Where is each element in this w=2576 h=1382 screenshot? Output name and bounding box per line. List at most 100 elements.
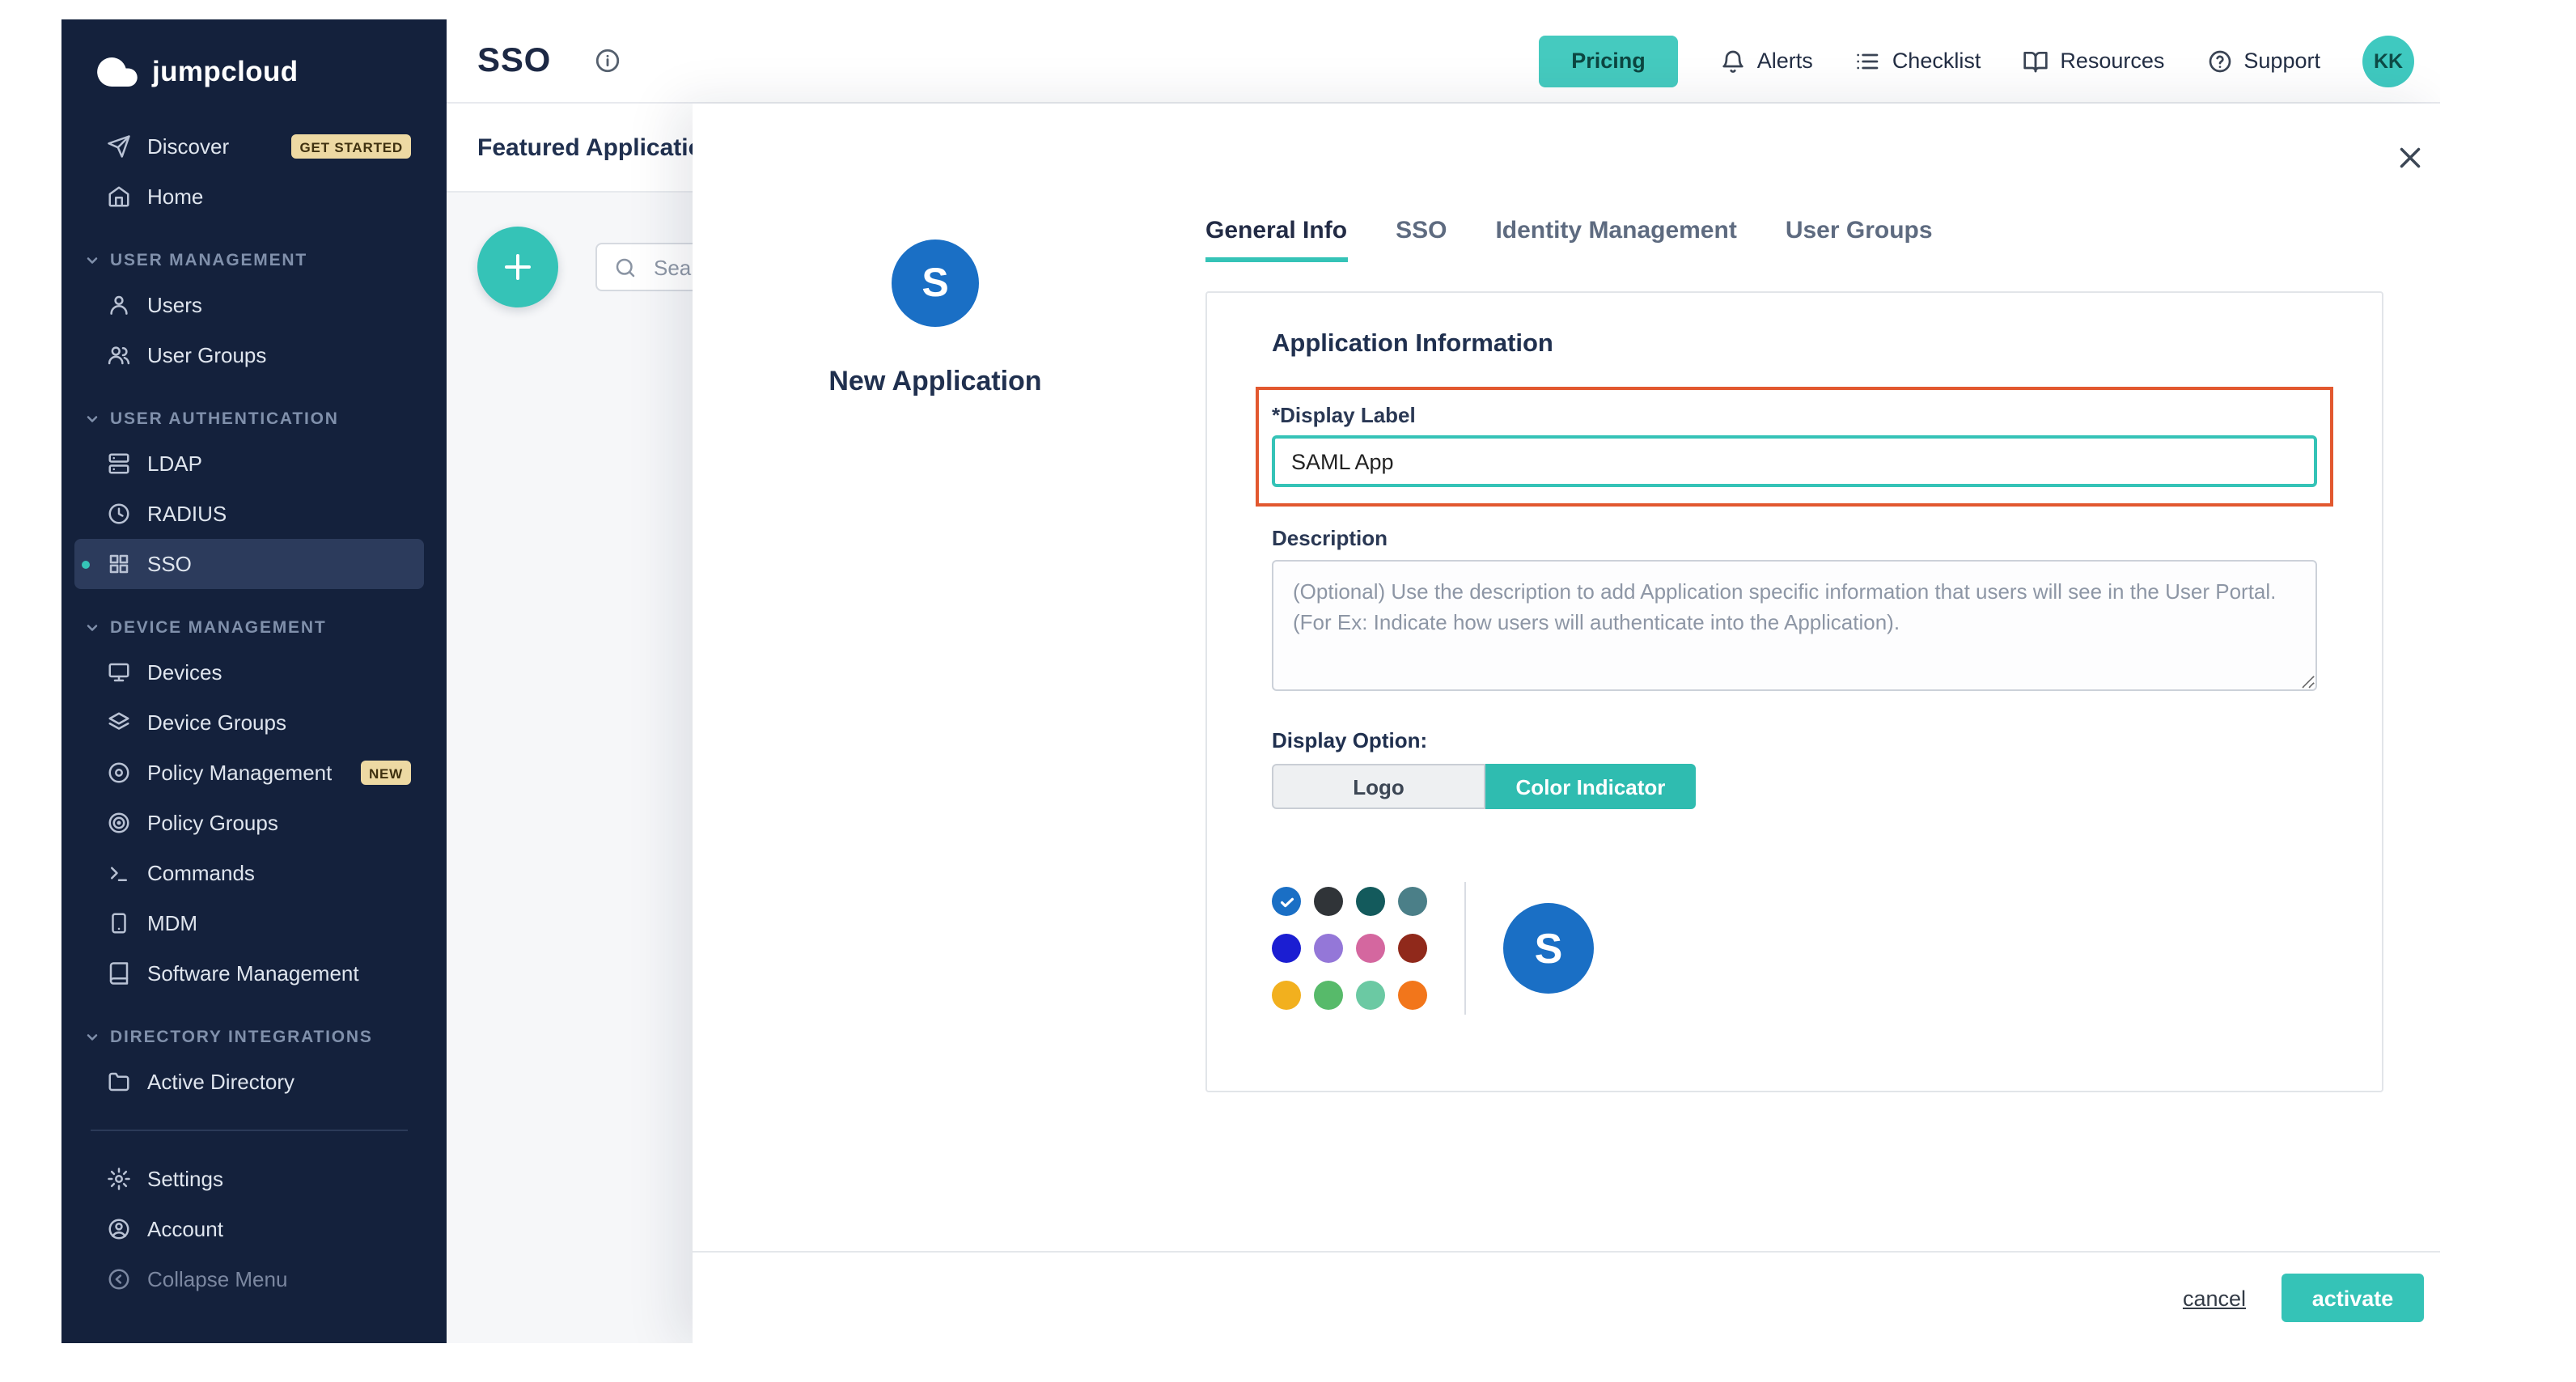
swatch-dark-teal[interactable] bbox=[1356, 887, 1385, 916]
sidebar-item-software-management[interactable]: Software Management bbox=[74, 948, 424, 998]
section-label: DEVICE MANAGEMENT bbox=[110, 618, 326, 638]
sidebar-item-label: Policy Groups bbox=[147, 811, 278, 835]
topnav-label: Checklist bbox=[1892, 49, 1981, 73]
application-information-card: Application Information *Display Label D… bbox=[1205, 291, 2383, 1092]
server-icon bbox=[107, 451, 131, 476]
logo-cloud bbox=[95, 50, 139, 94]
swatch-blue[interactable] bbox=[1272, 887, 1301, 916]
logo[interactable]: jumpcloud bbox=[61, 19, 447, 115]
sidebar-item-users[interactable]: Users bbox=[74, 280, 424, 330]
topnav-support[interactable]: Support bbox=[2206, 48, 2320, 74]
color-preview: S bbox=[1503, 903, 1594, 994]
sidebar-item-mdm[interactable]: MDM bbox=[74, 898, 424, 948]
sidebar-item-label: SSO bbox=[147, 552, 192, 576]
sidebar-item-account[interactable]: Account bbox=[74, 1204, 424, 1254]
sidebar-item-label: Account bbox=[147, 1217, 223, 1241]
display-option-color-indicator[interactable]: Color Indicator bbox=[1485, 764, 1696, 809]
swatch-purple[interactable] bbox=[1314, 934, 1343, 963]
info-icon bbox=[593, 47, 621, 74]
display-label-label: *Display Label bbox=[1272, 403, 2317, 427]
chevron-down-icon bbox=[84, 252, 100, 269]
sidebar-item-policy-management[interactable]: Policy ManagementNEW bbox=[74, 748, 424, 798]
checklist-icon bbox=[1855, 48, 1881, 74]
sidebar-item-device-groups[interactable]: Device Groups bbox=[74, 697, 424, 748]
display-option-logo[interactable]: Logo bbox=[1272, 764, 1485, 809]
sidebar-section-user-authentication[interactable]: USER AUTHENTICATION bbox=[74, 409, 424, 429]
topnav-checklist[interactable]: Checklist bbox=[1855, 48, 1981, 74]
swatch-charcoal[interactable] bbox=[1314, 887, 1343, 916]
sidebar-item-discover[interactable]: DiscoverGET STARTED bbox=[74, 121, 424, 172]
sidebar-item-label: Settings bbox=[147, 1167, 223, 1191]
topnav-label: Alerts bbox=[1757, 49, 1813, 73]
display-label-input[interactable] bbox=[1272, 435, 2317, 487]
sidebar-item-commands[interactable]: Commands bbox=[74, 848, 424, 898]
display-option-toggle: LogoColor Indicator bbox=[1272, 764, 2317, 809]
sidebar-section-directory-integrations[interactable]: DIRECTORY INTEGRATIONS bbox=[74, 1028, 424, 1047]
book-icon bbox=[107, 961, 131, 986]
swatch-green[interactable] bbox=[1314, 981, 1343, 1010]
topbar: SSO Pricing Alerts Checklist Resources Supp… bbox=[447, 19, 2440, 104]
sidebar-item-label: MDM bbox=[147, 911, 197, 935]
sidebar-item-policy-groups[interactable]: Policy Groups bbox=[74, 798, 424, 848]
check-icon bbox=[1277, 892, 1295, 910]
swatch-slate-teal[interactable] bbox=[1398, 887, 1427, 916]
sidebar-item-devices[interactable]: Devices bbox=[74, 647, 424, 697]
tabs: General Info SSO Identity Management User G… bbox=[1205, 217, 2383, 262]
sidebar-item-active-directory[interactable]: Active Directory bbox=[74, 1057, 424, 1107]
send-icon bbox=[107, 134, 131, 159]
sidebar-section-user-management[interactable]: USER MANAGEMENT bbox=[74, 251, 424, 270]
activate-button[interactable]: activate bbox=[2282, 1274, 2424, 1322]
sidebar-item-label: Devices bbox=[147, 660, 222, 685]
topnav-items: Alerts Checklist Resources Support bbox=[1720, 48, 2320, 74]
annotation-highlight: *Display Label bbox=[1256, 387, 2333, 507]
color-picker-row: S bbox=[1272, 882, 2317, 1015]
swatch-orange[interactable] bbox=[1398, 981, 1427, 1010]
swatch-maroon[interactable] bbox=[1398, 934, 1427, 963]
user-icon bbox=[107, 293, 131, 317]
panel-content: General Info SSO Identity Management User G… bbox=[1205, 104, 2383, 1092]
chevron-down-icon bbox=[84, 411, 100, 427]
topnav: Pricing AlertsChecklistResourcesSupport … bbox=[1539, 35, 2414, 87]
section-label: USER MANAGEMENT bbox=[110, 251, 307, 270]
info-button[interactable] bbox=[593, 47, 621, 74]
sidebar-item-radius[interactable]: RADIUS bbox=[74, 489, 424, 539]
card-heading: Application Information bbox=[1272, 330, 2317, 359]
sidebar-item-user-groups[interactable]: User Groups bbox=[74, 330, 424, 380]
topnav-alerts[interactable]: Alerts bbox=[1720, 48, 1813, 74]
pricing-button[interactable]: Pricing bbox=[1539, 35, 1678, 87]
close-button[interactable] bbox=[2382, 129, 2437, 184]
sidebar-item-label: Discover bbox=[147, 134, 229, 159]
new-application-panel: S New Application General InfoSSOIdentit… bbox=[693, 104, 2440, 1343]
sidebar-item-sso[interactable]: SSO bbox=[74, 539, 424, 589]
topnav-resources[interactable]: Resources bbox=[2023, 48, 2164, 74]
vertical-divider bbox=[1464, 882, 1466, 1015]
swatch-gold[interactable] bbox=[1272, 981, 1301, 1010]
topnav-label: Resources bbox=[2060, 49, 2164, 73]
help-circle-icon bbox=[2206, 48, 2232, 74]
tab-user-groups[interactable]: User Groups bbox=[1786, 217, 1933, 262]
sidebar-divider bbox=[91, 1130, 408, 1131]
description-textarea[interactable] bbox=[1272, 560, 2317, 691]
swatch-pink[interactable] bbox=[1356, 934, 1385, 963]
swatch-royal-blue[interactable] bbox=[1272, 934, 1301, 963]
grid-icon bbox=[107, 552, 131, 576]
sidebar-item-label: Users bbox=[147, 293, 202, 317]
page-title: SSO bbox=[477, 41, 551, 80]
sidebar-item-ldap[interactable]: LDAP bbox=[74, 439, 424, 489]
sidebar-item-collapse-menu[interactable]: Collapse Menu bbox=[74, 1254, 424, 1304]
sidebar-item-settings[interactable]: Settings bbox=[74, 1154, 424, 1204]
topnav-label: Support bbox=[2243, 49, 2320, 73]
stage: jumpcloud DiscoverGET STARTEDHome USER MA… bbox=[0, 0, 2576, 1382]
add-application-button[interactable] bbox=[477, 227, 558, 307]
sidebar-section-device-management[interactable]: DEVICE MANAGEMENT bbox=[74, 618, 424, 638]
swatch-mint[interactable] bbox=[1356, 981, 1385, 1010]
tab-identity-management[interactable]: Identity Management bbox=[1495, 217, 1736, 262]
tab-sso[interactable]: SSO bbox=[1396, 217, 1447, 262]
close-icon bbox=[2392, 140, 2426, 174]
tab-general-info[interactable]: General Info bbox=[1205, 217, 1347, 262]
users-icon bbox=[107, 343, 131, 367]
cancel-link[interactable]: cancel bbox=[2183, 1286, 2246, 1310]
plus-icon bbox=[498, 248, 537, 286]
avatar[interactable]: KK bbox=[2362, 35, 2414, 87]
sidebar-item-home[interactable]: Home bbox=[74, 172, 424, 222]
